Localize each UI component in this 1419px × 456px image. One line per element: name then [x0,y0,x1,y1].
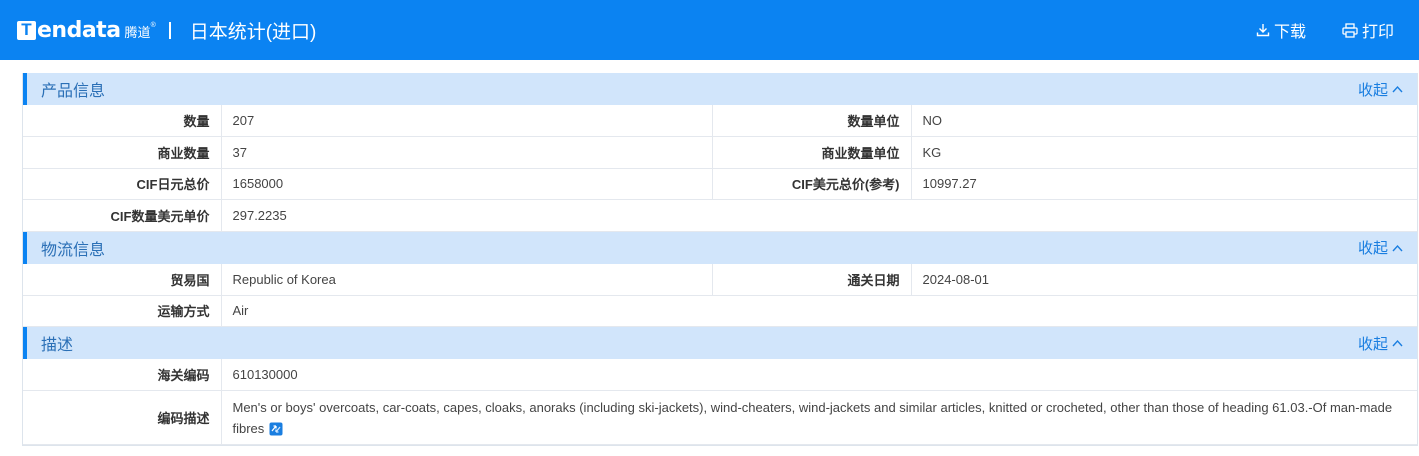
page-title: 日本统计(进口) [189,21,317,43]
field-value: KG [911,136,1417,169]
tendata-logo[interactable]: T endata 腾道® [17,18,156,43]
printer-icon [1342,22,1358,38]
section-title: 描述 [41,337,74,354]
table-row: 数量 207 数量单位 NO [23,105,1417,137]
field-label: 数量 [23,105,222,137]
field-value: 610130000 [221,359,1417,391]
field-label: 编码描述 [23,390,222,445]
field-value: 297.2235 [221,199,1417,232]
field-value: 1658000 [221,168,713,200]
section-title: 物流信息 [41,241,106,259]
field-label: 数量单位 [712,105,912,137]
description-text: Men's or boys' overcoats, car-coats, cap… [232,399,1393,436]
field-label: 海关编码 [23,359,222,391]
field-label: 通关日期 [712,263,912,296]
table-row: 商业数量 37 商业数量单位 KG [23,136,1417,169]
field-label: CIF日元总价 [23,168,222,200]
field-label: 商业数量单位 [712,136,912,169]
section-header-logistics: 物流信息 收起 [23,231,1417,264]
collapse-button[interactable]: 收起 [1358,333,1403,354]
section-header-description: 描述 收起 [23,327,1417,359]
field-value: 10997.27 [911,168,1417,200]
collapse-label: 收起 [1357,335,1388,353]
field-label: CIF数量美元单价 [23,199,222,232]
field-label: 贸易国 [23,263,222,296]
top-bar: T endata 腾道® 日本统计(进口) 下载 打印 [0,0,1419,60]
field-value: 2024-08-01 [911,263,1417,296]
header-tools: 下载 打印 [1220,0,1394,60]
collapse-label: 收起 [1357,81,1388,99]
logo-chinese: 腾道® [124,22,156,40]
table-row: 贸易国 Republic of Korea 通关日期 2024-08-01 [23,263,1417,296]
section-header-product: 产品信息 收起 [23,73,1417,105]
description-content: Men's or boys' overcoats, car-coats, cap… [233,397,1407,439]
chevron-up-icon [1392,339,1403,347]
table-row: 海关编码 610130000 [23,359,1417,391]
translate-icon[interactable] [269,422,283,436]
field-value: Air [221,295,1417,327]
download-label: 下载 [1273,24,1306,41]
section-title: 产品信息 [41,83,106,100]
download-icon [1256,24,1270,37]
description-table: 海关编码 610130000 编码描述 Men's or boys' overc… [23,359,1417,445]
field-label: 运输方式 [23,295,222,327]
field-value: Men's or boys' overcoats, car-coats, cap… [221,390,1417,445]
collapse-button[interactable]: 收起 [1358,237,1403,258]
header-divider [168,21,171,39]
field-value: 207 [221,105,713,137]
table-row: CIF日元总价 1658000 CIF美元总价(参考) 10997.27 [23,168,1417,200]
table-row: 运输方式 Air [23,295,1417,327]
collapse-button[interactable]: 收起 [1358,79,1403,100]
detail-panel: 产品信息 收起 数量 207 数量单位 NO 商业数量 37 商业数量单位 KG… [22,73,1418,446]
collapse-label: 收起 [1357,240,1388,257]
print-button[interactable]: 打印 [1342,18,1394,42]
table-row: CIF数量美元单价 297.2235 [23,199,1417,232]
logistics-info-table: 贸易国 Republic of Korea 通关日期 2024-08-01 运输… [23,263,1417,328]
download-button[interactable]: 下载 [1256,18,1306,42]
product-info-table: 数量 207 数量单位 NO 商业数量 37 商业数量单位 KG CIF日元总价… [23,105,1417,232]
field-value: NO [911,105,1417,137]
logo-wordmark: endata [37,17,121,43]
chevron-up-icon [1392,244,1403,251]
logo-mark: T [17,20,36,40]
print-label: 打印 [1361,24,1394,41]
field-value: 37 [221,136,713,169]
table-row: 编码描述 Men's or boys' overcoats, car-coats… [23,390,1417,445]
field-label: CIF美元总价(参考) [712,168,912,200]
chevron-up-icon [1392,85,1403,93]
field-value: Republic of Korea [221,263,713,296]
field-label: 商业数量 [23,136,222,169]
